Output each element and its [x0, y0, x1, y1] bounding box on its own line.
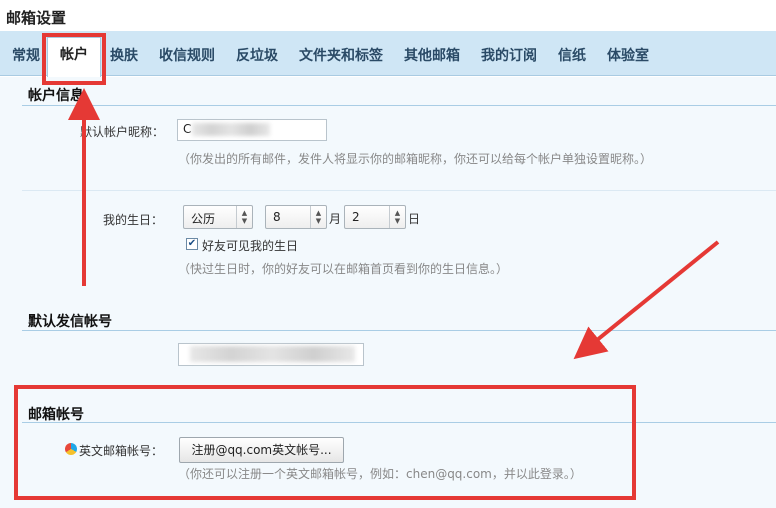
birth-day-value: 2: [352, 210, 360, 224]
birth-day-select[interactable]: 2 ▲ ▼: [344, 205, 406, 229]
nickname-label: 默认帐户昵称：: [80, 125, 165, 139]
tab-lab[interactable]: 体验室: [607, 45, 649, 65]
settings-tab-bar: 常规 换肤 收信规则 反垃圾 文件夹和标签 其他邮箱 我的订阅 信纸 体验室: [0, 31, 776, 76]
redacted-nickname: [192, 123, 270, 136]
calendar-type-select[interactable]: 公历 ▲ ▼: [183, 205, 253, 229]
annotation-box-mail-account: [14, 385, 636, 500]
title-bar: 邮箱设置: [0, 0, 776, 31]
month-unit: 月: [329, 212, 342, 226]
tab-other-mailboxes[interactable]: 其他邮箱: [404, 45, 460, 65]
select-arrows-icon: ▲ ▼: [310, 206, 326, 228]
tab-folders-tags[interactable]: 文件夹和标签: [299, 45, 383, 65]
section-divider: [22, 330, 776, 331]
tab-general[interactable]: 常规: [12, 45, 40, 65]
nickname-value: C: [183, 122, 192, 136]
friends-see-birthday-label: 好友可见我的生日: [202, 239, 299, 253]
birth-month-select[interactable]: 8 ▲ ▼: [265, 205, 327, 229]
select-arrows-icon: ▲ ▼: [236, 206, 252, 228]
nickname-hint: （你发出的所有邮件，发件人将显示你的邮箱昵称，你还可以给每个帐户单独设置昵称。）: [178, 152, 653, 166]
check-icon: ✔: [187, 238, 197, 249]
tab-anti-spam[interactable]: 反垃圾: [236, 45, 278, 65]
default-sender-heading: 默认发信帐号: [28, 314, 112, 330]
tab-subscriptions[interactable]: 我的订阅: [481, 45, 537, 65]
day-unit: 日: [408, 212, 421, 226]
birthday-hint: （快过生日时，你的好友可以在邮箱首页看到你的生日信息。）: [178, 262, 509, 276]
section-divider: [22, 105, 776, 106]
select-arrows-icon: ▲ ▼: [389, 206, 405, 228]
account-info-heading: 帐户信息: [28, 88, 84, 104]
birthday-label: 我的生日：: [103, 213, 164, 227]
annotation-box-account-tab: [42, 33, 106, 85]
friends-see-birthday-checkbox[interactable]: ✔: [186, 238, 198, 250]
page-title: 邮箱设置: [6, 9, 67, 27]
tab-mail-rules[interactable]: 收信规则: [159, 45, 215, 65]
redacted-sender-account: [190, 346, 355, 362]
birth-month-value: 8: [273, 210, 281, 224]
row-divider: [22, 190, 776, 191]
calendar-type-value: 公历: [191, 212, 216, 226]
tab-skin[interactable]: 换肤: [110, 45, 138, 65]
tab-stationery[interactable]: 信纸: [558, 45, 586, 65]
